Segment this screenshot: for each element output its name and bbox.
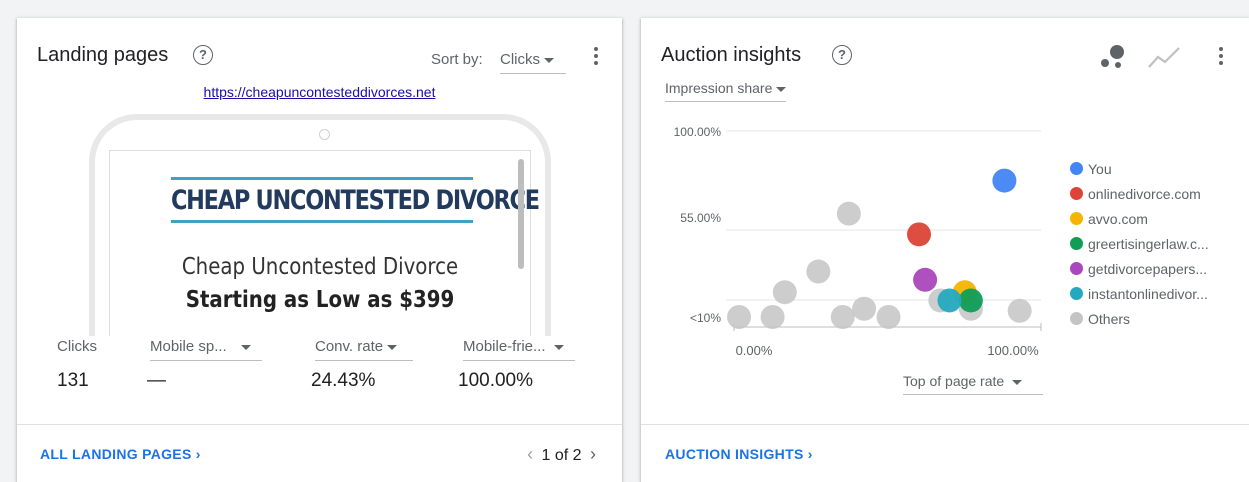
- data-point: [806, 259, 831, 284]
- metric-value-clicks: 131: [57, 370, 89, 391]
- all-landing-pages-link[interactable]: ALL LANDING PAGES ›: [40, 446, 201, 462]
- data-point: [760, 305, 785, 329]
- metric-header-label: Mobile sp...: [150, 338, 227, 355]
- more-options-icon[interactable]: [591, 47, 601, 69]
- sort-by-label: Sort by:: [431, 51, 483, 68]
- legend-label: Others: [1088, 310, 1131, 327]
- site-headline: Cheap Uncontested Divorce: [181, 254, 459, 280]
- footer-divider: [641, 424, 1249, 425]
- metric-header-clicks: Clicks: [57, 338, 97, 355]
- metric-value-mobile-friendly: 100.00%: [458, 370, 534, 391]
- caret-down-icon: [544, 57, 554, 63]
- data-point: [876, 305, 901, 329]
- data-point: [852, 296, 877, 321]
- legend-dot: [1070, 262, 1083, 275]
- data-point: [836, 201, 861, 226]
- pager-text: 1 of 2: [541, 447, 582, 464]
- caret-down-icon: [1012, 379, 1023, 385]
- legend-dot: [1070, 237, 1083, 250]
- legend-item[interactable]: avvo.com: [1070, 206, 1209, 231]
- data-point: [913, 267, 938, 292]
- data-point: [1007, 298, 1032, 323]
- landing-pages-card: Landing pages ? Sort by: Clicks https://…: [17, 18, 622, 482]
- chart-legend: You onlinedivorce.com avvo.com greertisinge…: [1070, 156, 1209, 331]
- legend-dot: [1070, 212, 1083, 225]
- caret-down-icon: [387, 344, 398, 350]
- pager: ‹ 1 of 2 ›: [523, 444, 600, 465]
- auction-insights-card: Auction insights ? Impression share 100.…: [641, 18, 1249, 482]
- x-tick-label: 100.00%: [987, 343, 1039, 358]
- caret-down-icon: [240, 344, 251, 350]
- legend-item[interactable]: onlinedivorce.com: [1070, 181, 1209, 206]
- metric-header-mobile-speed[interactable]: Mobile sp...: [150, 338, 262, 361]
- legend-dot: [1070, 187, 1083, 200]
- metric-header-label: Conv. rate: [315, 338, 384, 355]
- y-tick-label: <10%: [690, 311, 721, 325]
- legend-label: getdivorcepapers...: [1088, 260, 1208, 277]
- auction-insights-link[interactable]: AUCTION INSIGHTS ›: [665, 446, 813, 462]
- metric-header-conv-rate[interactable]: Conv. rate: [315, 338, 413, 361]
- mobile-preview-frame: CHEAP UNCONTESTED DIVORCE Cheap Uncontes…: [89, 114, 551, 354]
- site-logo: CHEAP UNCONTESTED DIVORCE: [170, 177, 540, 223]
- data-point: [992, 168, 1017, 193]
- legend-label: instantonlinedivor...: [1088, 285, 1208, 302]
- sort-by-select[interactable]: Clicks: [500, 51, 566, 74]
- metric-header-label: Mobile-frie...: [463, 338, 546, 355]
- caret-down-icon: [553, 344, 564, 350]
- y-tick-label: 55.00%: [680, 211, 721, 225]
- data-point: [772, 280, 797, 305]
- legend-item[interactable]: greertisingerlaw.c...: [1070, 231, 1209, 256]
- metric-header-mobile-friendly[interactable]: Mobile-frie...: [463, 338, 575, 361]
- phone-camera-icon: [319, 129, 330, 140]
- mobile-preview-screen: CHEAP UNCONTESTED DIVORCE Cheap Uncontes…: [109, 150, 540, 354]
- legend-item[interactable]: Others: [1070, 306, 1209, 331]
- legend-item[interactable]: getdivorcepapers...: [1070, 256, 1209, 281]
- top-of-page-rate-select[interactable]: Top of page rate: [903, 373, 1043, 395]
- sort-by-value: Clicks: [500, 51, 540, 68]
- preview-scrollbar[interactable]: [518, 159, 524, 269]
- landing-pages-title: Landing pages: [37, 44, 169, 66]
- data-point: [958, 288, 983, 313]
- legend-label: avvo.com: [1088, 210, 1148, 227]
- legend-item[interactable]: You: [1070, 156, 1209, 181]
- legend-label: You: [1088, 160, 1112, 177]
- legend-dot: [1070, 312, 1083, 325]
- chevron-left-icon[interactable]: ‹: [523, 444, 537, 464]
- y-tick-label: 100.00%: [674, 125, 722, 139]
- legend-dot: [1070, 287, 1083, 300]
- data-point: [907, 222, 931, 247]
- legend-dot: [1070, 162, 1083, 175]
- data-point: [727, 305, 752, 329]
- landing-page-url-link[interactable]: https://cheapuncontesteddivorces.net: [17, 84, 622, 100]
- x-tick-label: 0.00%: [736, 343, 773, 358]
- site-subhead: Starting as Low as $399: [185, 287, 455, 313]
- legend-item[interactable]: instantonlinedivor...: [1070, 281, 1209, 306]
- footer-divider: [17, 424, 622, 425]
- chevron-right-icon[interactable]: ›: [586, 444, 600, 464]
- legend-label: onlinedivorce.com: [1088, 185, 1201, 202]
- metric-value-mobile-speed: —: [147, 370, 166, 391]
- legend-label: greertisingerlaw.c...: [1088, 235, 1209, 252]
- data-point: [830, 305, 855, 329]
- top-of-page-rate-label: Top of page rate: [903, 373, 1005, 389]
- metric-value-conv-rate: 24.43%: [311, 370, 376, 391]
- help-icon[interactable]: ?: [193, 45, 213, 65]
- data-point: [937, 288, 962, 313]
